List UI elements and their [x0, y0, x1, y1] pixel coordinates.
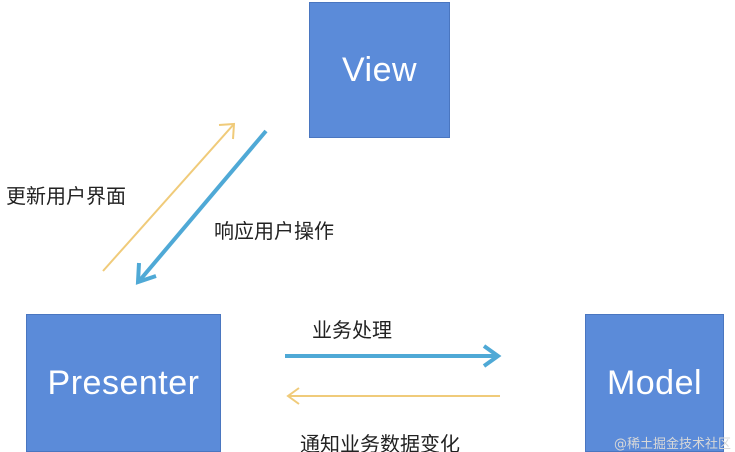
arrow-model-to-presenter: [286, 387, 500, 405]
watermark: @稀土掘金技术社区: [613, 437, 731, 452]
mvp-diagram: View Presenter Model 更新用户界面 响应用户操作 业务处理 …: [0, 0, 735, 452]
presenter-node-label: Presenter: [47, 363, 200, 402]
model-node: Model: [585, 314, 724, 452]
model-node-label: Model: [606, 363, 703, 402]
arrow-view-to-presenter: [135, 129, 268, 285]
edge-label-notify-data-change: 通知业务数据变化: [300, 432, 460, 452]
edge-label-respond-user-action: 响应用户操作: [214, 219, 334, 243]
edge-label-business-process: 业务处理: [312, 318, 392, 342]
view-node: View: [309, 2, 450, 138]
view-node-label: View: [341, 50, 418, 89]
arrow-presenter-to-model: [285, 344, 502, 368]
presenter-node: Presenter: [26, 314, 221, 452]
edge-label-update-ui: 更新用户界面: [6, 184, 126, 208]
